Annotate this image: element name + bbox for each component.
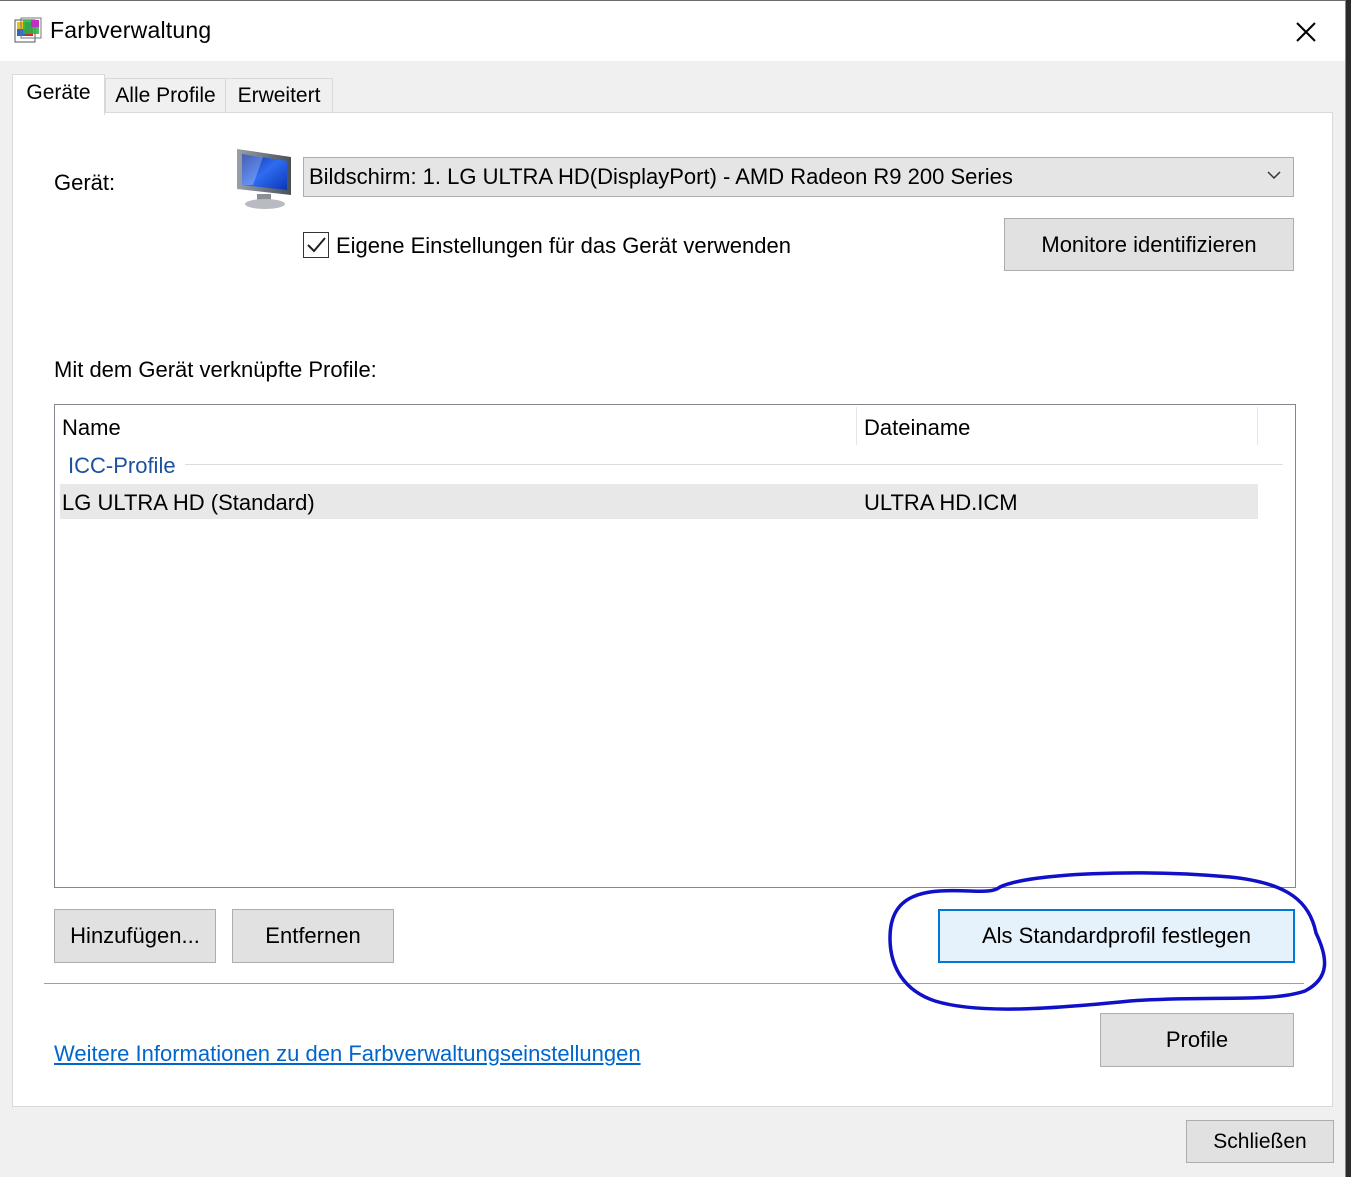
device-select[interactable]: Bildschirm: 1. LG ULTRA HD(DisplayPort) … <box>303 157 1294 197</box>
group-divider <box>185 464 1283 465</box>
set-default-profile-button[interactable]: Als Standardprofil festlegen <box>938 909 1295 963</box>
tab-all-profiles[interactable]: Alle Profile <box>105 78 226 114</box>
use-own-settings-checkbox[interactable] <box>303 232 329 258</box>
profiles-section-label: Mit dem Gerät verknüpfte Profile: <box>54 357 377 382</box>
title-bar: Farbverwaltung <box>0 1 1345 61</box>
profile-name-cell: LG ULTRA HD (Standard) <box>62 490 315 515</box>
table-row[interactable]: LG ULTRA HD (Standard) ULTRA HD.ICM <box>60 484 1258 519</box>
device-label: Gerät: <box>54 170 116 195</box>
separator-line <box>44 983 1304 984</box>
close-window-button[interactable] <box>1283 9 1329 55</box>
more-info-link[interactable]: Weitere Informationen zu den Farbverwalt… <box>54 1041 641 1067</box>
background-edge <box>1346 0 1351 1177</box>
close-icon <box>1296 22 1316 42</box>
use-own-settings-label[interactable]: Eigene Einstellungen für das Gerät verwe… <box>336 233 791 259</box>
color-management-app-icon <box>14 17 42 43</box>
profiles-button[interactable]: Profile <box>1100 1013 1294 1067</box>
device-select-value: Bildschirm: 1. LG ULTRA HD(DisplayPort) … <box>309 164 1013 189</box>
color-management-window: Farbverwaltung Geräte Alle Profile Erwei… <box>0 0 1346 1177</box>
devices-tab-panel: Gerät: Bildschirm: 1. LG ULTRA HD(Displa… <box>12 112 1333 1107</box>
column-separator <box>856 407 857 445</box>
chevron-down-icon <box>1267 171 1281 180</box>
column-separator <box>1257 407 1258 445</box>
tab-devices[interactable]: Geräte <box>12 74 105 115</box>
remove-profile-button[interactable]: Entfernen <box>232 909 394 963</box>
close-button[interactable]: Schließen <box>1186 1120 1334 1163</box>
identify-monitors-button[interactable]: Monitore identifizieren <box>1004 218 1294 271</box>
column-header-name[interactable]: Name <box>62 415 121 441</box>
group-header-icc[interactable]: ICC-Profile <box>68 453 176 479</box>
column-header-filename[interactable]: Dateiname <box>864 415 970 441</box>
add-profile-button[interactable]: Hinzufügen... <box>54 909 216 963</box>
tab-advanced[interactable]: Erweitert <box>225 78 333 114</box>
window-title: Farbverwaltung <box>50 17 212 43</box>
profile-file-cell: ULTRA HD.ICM <box>864 490 1018 515</box>
profiles-list[interactable]: Name Dateiname ICC-Profile LG ULTRA HD (… <box>54 404 1296 888</box>
monitor-icon <box>237 149 291 209</box>
checkmark-icon <box>307 237 326 253</box>
